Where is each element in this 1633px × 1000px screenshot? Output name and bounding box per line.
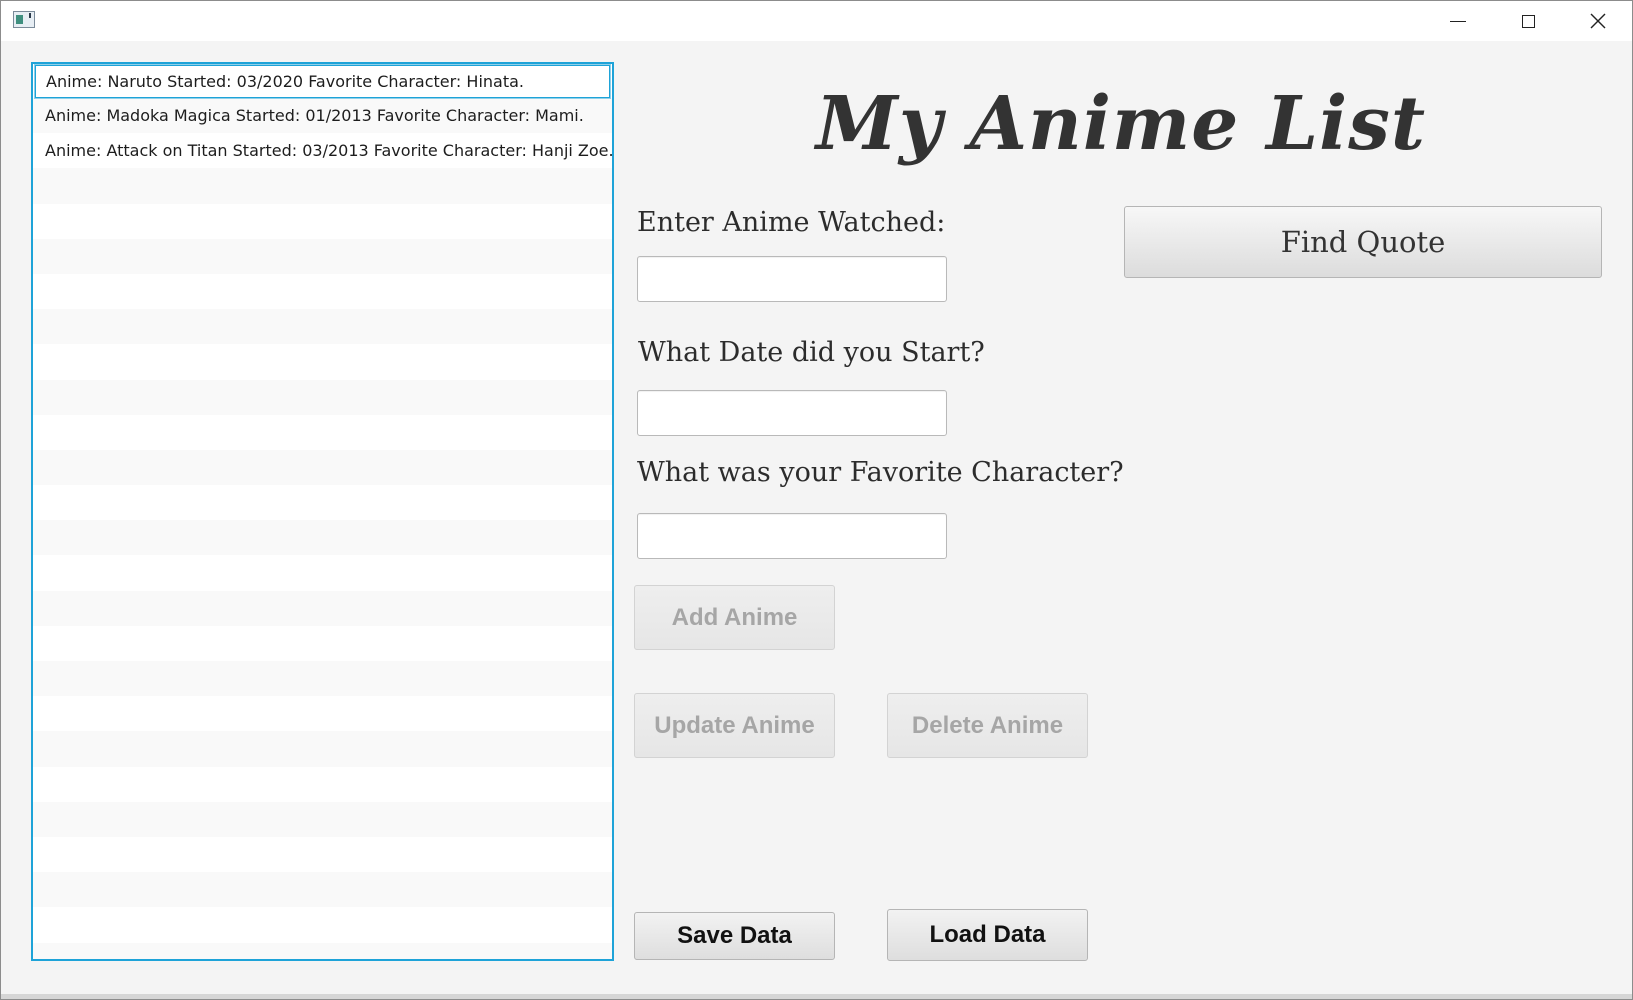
empty-list-row <box>33 449 612 486</box>
empty-list-row <box>33 801 612 837</box>
page-title: My Anime List <box>815 81 1427 167</box>
empty-list-row <box>33 661 612 697</box>
empty-list-row <box>33 379 612 415</box>
empty-list-row <box>33 626 612 661</box>
empty-list-row <box>33 415 612 450</box>
empty-list-row <box>33 555 612 590</box>
anime-label: Enter Anime Watched: <box>637 207 946 238</box>
date-input[interactable] <box>637 390 947 436</box>
minimize-button[interactable] <box>1423 1 1493 41</box>
list-item[interactable]: Anime: Attack on Titan Started: 03/2013 … <box>33 133 612 168</box>
empty-list-row <box>33 907 612 942</box>
empty-list-row <box>33 168 612 204</box>
minimize-icon <box>1450 20 1466 22</box>
empty-list-row <box>33 309 612 345</box>
date-label: What Date did you Start? <box>638 337 985 368</box>
maximize-button[interactable] <box>1493 1 1563 41</box>
empty-list-row <box>33 837 612 872</box>
character-input[interactable] <box>637 513 947 559</box>
empty-list-row <box>33 204 612 239</box>
update-anime-button[interactable]: Update Anime <box>634 693 835 758</box>
character-label: What was your Favorite Character? <box>637 457 1124 488</box>
app-window: Anime: Naruto Started: 03/2020 Favorite … <box>0 0 1633 1000</box>
empty-list-row <box>33 731 612 767</box>
empty-list-row <box>33 942 612 959</box>
title-bar[interactable] <box>1 1 1632 41</box>
save-data-button[interactable]: Save Data <box>634 912 835 960</box>
maximize-icon <box>1521 14 1535 28</box>
close-icon <box>1590 13 1606 29</box>
add-anime-button[interactable]: Add Anime <box>634 585 835 650</box>
empty-list-row <box>33 274 612 309</box>
close-button[interactable] <box>1563 1 1632 41</box>
app-icon <box>13 11 35 28</box>
list-item[interactable]: Anime: Madoka Magica Started: 01/2013 Fa… <box>33 98 612 134</box>
taskbar-edge <box>1 994 1632 999</box>
empty-list-row <box>33 590 612 626</box>
load-data-button[interactable]: Load Data <box>887 909 1088 961</box>
empty-list-row <box>33 344 612 379</box>
empty-list-row <box>33 696 612 731</box>
empty-list-row <box>33 767 612 802</box>
anime-input[interactable] <box>637 256 947 302</box>
find-quote-button[interactable]: Find Quote <box>1124 206 1602 278</box>
delete-anime-button[interactable]: Delete Anime <box>887 693 1088 758</box>
empty-list-row <box>33 520 612 556</box>
empty-list-row <box>33 238 612 274</box>
empty-list-row <box>33 872 612 908</box>
empty-list-row <box>33 485 612 520</box>
list-item[interactable]: Anime: Naruto Started: 03/2020 Favorite … <box>34 64 611 99</box>
anime-list[interactable]: Anime: Naruto Started: 03/2020 Favorite … <box>31 62 614 961</box>
